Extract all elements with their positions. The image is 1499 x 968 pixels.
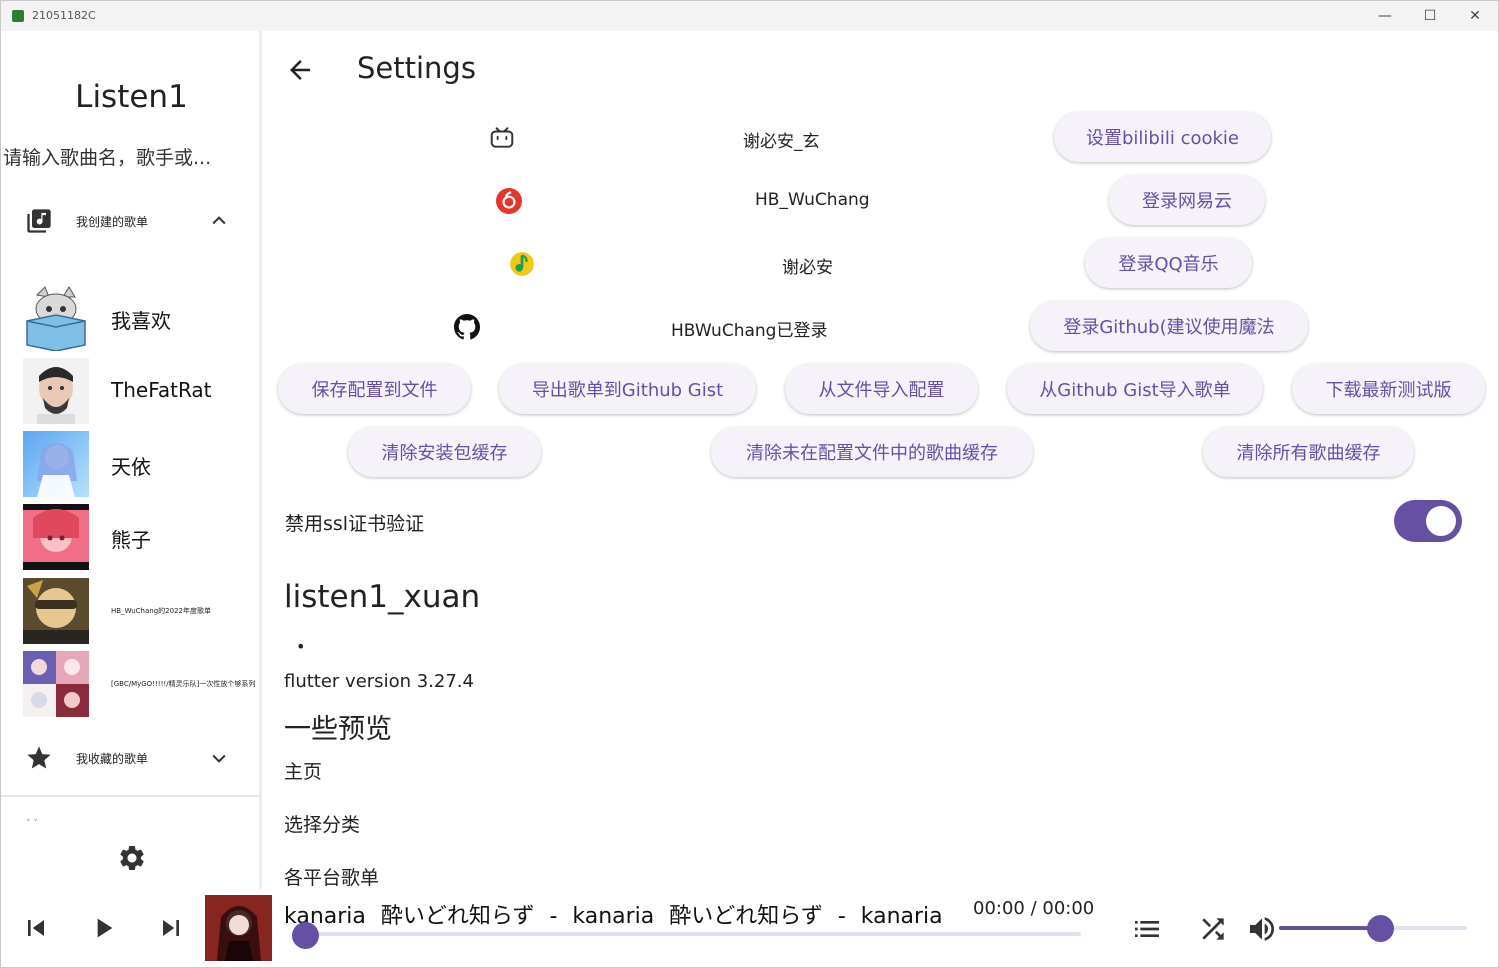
skip-previous-icon[interactable] bbox=[20, 912, 52, 944]
my-playlists-label: 我创建的歌单 bbox=[76, 215, 149, 229]
save-config-to-file-button[interactable]: 保存配置到文件 bbox=[278, 364, 471, 414]
netease-username: HB_WuChang bbox=[755, 190, 870, 210]
close-button[interactable]: ✕ bbox=[1452, 1, 1498, 31]
clear-unconfigured-song-cache-button[interactable]: 清除未在配置文件中的歌曲缓存 bbox=[711, 427, 1033, 477]
clear-installer-cache-button[interactable]: 清除安装包缓存 bbox=[348, 427, 541, 477]
chevron-up-icon[interactable] bbox=[209, 211, 229, 231]
playlist-name: [GBC/MyGO!!!!!/精灵乐队]一次性放个够系列 bbox=[111, 680, 256, 688]
github-icon bbox=[454, 314, 480, 340]
preview-item-categories: 选择分类 bbox=[284, 814, 361, 836]
download-latest-beta-button[interactable]: 下载最新测试版 bbox=[1292, 364, 1485, 414]
page-title: Settings bbox=[357, 51, 476, 85]
search-input[interactable]: 请输入歌曲名，歌手或... bbox=[3, 143, 253, 170]
bullet-point: • bbox=[296, 637, 306, 656]
ssl-setting-label: 禁用ssl证书验证 bbox=[285, 513, 425, 535]
maximize-button[interactable]: ☐ bbox=[1407, 1, 1453, 31]
my-playlists-header[interactable]: 我创建的歌单 bbox=[1, 201, 259, 241]
playlist-cover bbox=[23, 358, 89, 424]
playlist-name: HB_WuChang的2022年度歌单 bbox=[111, 607, 211, 615]
library-music-icon bbox=[27, 209, 51, 233]
playlist-item[interactable]: 熊子 bbox=[23, 504, 259, 570]
chevron-down-icon[interactable] bbox=[209, 748, 229, 768]
app-icon bbox=[12, 10, 24, 22]
netease-icon bbox=[496, 188, 522, 214]
volume-thumb[interactable] bbox=[1367, 915, 1395, 942]
playlist-item[interactable]: 我喜欢 bbox=[23, 285, 259, 351]
playlist-cover bbox=[23, 285, 89, 351]
collapsed-indicator: ˅ ˅ bbox=[26, 819, 38, 829]
playlist-name: 天依 bbox=[111, 455, 151, 479]
set-bilibili-cookie-button[interactable]: 设置bilibili cookie bbox=[1054, 112, 1271, 162]
playlist-item[interactable]: 天依 bbox=[23, 431, 259, 497]
app-logo: Listen1 bbox=[75, 79, 188, 115]
toggle-knob bbox=[1426, 506, 1456, 536]
gear-icon[interactable] bbox=[117, 843, 147, 873]
preview-item-platform-playlists: 各平台歌单 bbox=[284, 867, 380, 889]
qqmusic-username: 谢必安 bbox=[782, 258, 833, 278]
playlist-item[interactable]: TheFatRat bbox=[23, 358, 259, 424]
progress-track[interactable] bbox=[305, 932, 1081, 936]
minimize-button[interactable]: — bbox=[1362, 1, 1408, 31]
app-window: 21051182C — ☐ ✕ Listen1 请输入歌曲名，歌手或... 我创… bbox=[0, 0, 1499, 968]
playlist-cover bbox=[23, 578, 89, 644]
playlist-cover bbox=[23, 431, 89, 497]
flutter-version: flutter version 3.27.4 bbox=[284, 671, 474, 692]
login-github-button[interactable]: 登录Github(建议使用魔法 bbox=[1030, 301, 1308, 351]
playlist-item[interactable]: [GBC/MyGO!!!!!/精灵乐队]一次性放个够系列 bbox=[23, 651, 259, 717]
settings-page: Settings 谢必安_玄 设置bilibili cookie HB_WuCh… bbox=[265, 31, 1498, 889]
favorite-playlists-label: 我收藏的歌单 bbox=[76, 752, 149, 766]
now-playing-text: kanaria 酔いどれ知らず - kanaria 酔いどれ知らず - kana… bbox=[284, 904, 943, 929]
login-netease-button[interactable]: 登录网易云 bbox=[1109, 175, 1265, 225]
sidebar: Listen1 请输入歌曲名，歌手或... 我创建的歌单 我喜欢 TheFatR… bbox=[1, 31, 262, 889]
window-title: 21051182C bbox=[32, 9, 96, 22]
title-bar: 21051182C — ☐ ✕ bbox=[1, 1, 1498, 31]
playlist-cover bbox=[23, 504, 89, 570]
skip-next-icon[interactable] bbox=[155, 912, 187, 944]
preview-item-home: 主页 bbox=[284, 761, 323, 783]
playlist-name: TheFatRat bbox=[111, 378, 212, 402]
preview-heading: 一些预览 bbox=[284, 714, 392, 745]
shuffle-icon[interactable] bbox=[1197, 913, 1229, 945]
github-username: HBWuChang已登录 bbox=[671, 321, 828, 341]
star-icon bbox=[27, 746, 51, 769]
qqmusic-icon bbox=[510, 252, 534, 276]
player-bar: kanaria 酔いどれ知らず - kanaria 酔いどれ知らず - kana… bbox=[1, 889, 1498, 967]
back-arrow-icon[interactable] bbox=[285, 55, 315, 85]
ssl-toggle[interactable] bbox=[1394, 500, 1462, 542]
bilibili-icon bbox=[490, 127, 514, 148]
playback-time: 00:00 / 00:00 bbox=[973, 898, 1095, 919]
volume-fill bbox=[1279, 926, 1381, 930]
playlist-name: 熊子 bbox=[111, 528, 151, 552]
export-playlists-to-gist-button[interactable]: 导出歌单到Github Gist bbox=[499, 364, 756, 414]
playlist-item[interactable]: HB_WuChang的2022年度歌单 bbox=[23, 578, 259, 644]
bilibili-username: 谢必安_玄 bbox=[743, 132, 820, 152]
import-playlists-from-gist-button[interactable]: 从Github Gist导入歌单 bbox=[1007, 364, 1263, 414]
app-name-heading: listen1_xuan bbox=[284, 579, 481, 615]
playlist-name: 我喜欢 bbox=[111, 309, 171, 333]
sidebar-divider bbox=[1, 795, 259, 797]
now-playing-cover[interactable] bbox=[205, 895, 272, 961]
clear-all-song-cache-button[interactable]: 清除所有歌曲缓存 bbox=[1203, 427, 1414, 477]
volume-icon[interactable] bbox=[1246, 913, 1278, 945]
playlist-icon[interactable] bbox=[1131, 913, 1163, 945]
play-icon[interactable] bbox=[87, 912, 119, 944]
progress-thumb[interactable] bbox=[292, 922, 319, 949]
login-qqmusic-button[interactable]: 登录QQ音乐 bbox=[1085, 238, 1252, 288]
playlist-cover bbox=[23, 651, 89, 717]
favorite-playlists-header[interactable]: 我收藏的歌单 bbox=[1, 738, 259, 778]
import-config-from-file-button[interactable]: 从文件导入配置 bbox=[785, 364, 978, 414]
